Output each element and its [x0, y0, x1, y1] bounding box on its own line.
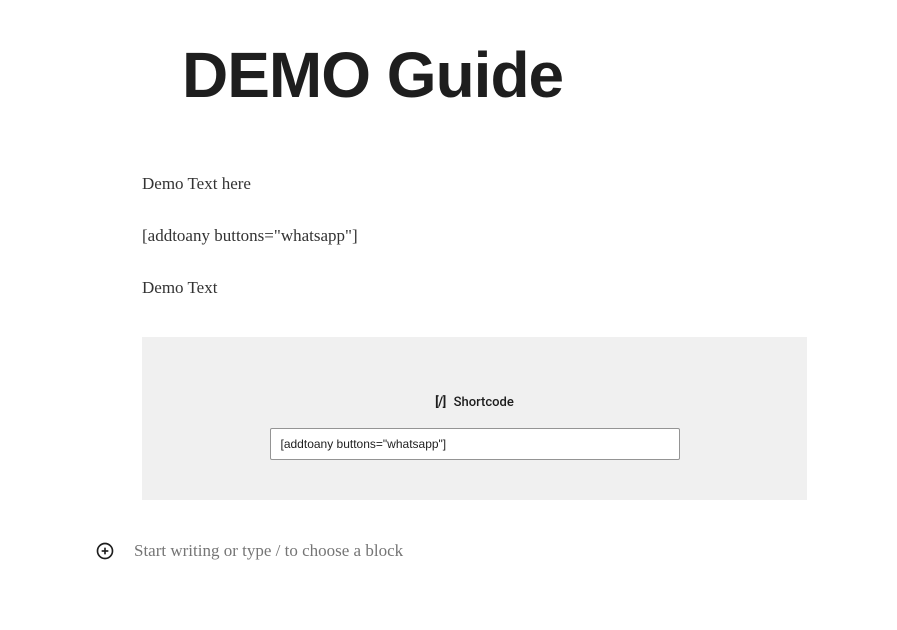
shortcode-header: [/] Shortcode: [202, 395, 747, 410]
page-title[interactable]: DEMO Guide: [182, 38, 807, 112]
paragraph-block[interactable]: Demo Text: [142, 276, 807, 300]
shortcode-label: Shortcode: [454, 395, 514, 410]
shortcode-block[interactable]: [/] Shortcode: [142, 337, 807, 500]
appender-input[interactable]: [134, 541, 807, 561]
block-appender: [94, 540, 807, 562]
shortcode-icon: [/]: [435, 395, 446, 410]
editor-content-area: DEMO Guide Demo Text here [addtoany butt…: [0, 0, 897, 562]
add-block-button[interactable]: [94, 540, 116, 562]
shortcode-input[interactable]: [270, 428, 680, 460]
paragraph-block[interactable]: Demo Text here: [142, 172, 807, 196]
plus-circle-icon: [95, 541, 115, 561]
paragraph-block[interactable]: [addtoany buttons="whatsapp"]: [142, 224, 807, 248]
